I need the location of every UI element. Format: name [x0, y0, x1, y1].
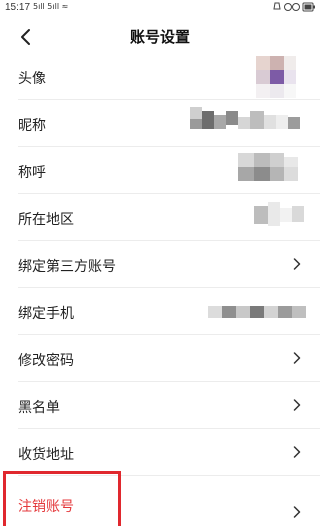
highlight-box: [3, 471, 121, 526]
row-label-phone: 绑定手机: [18, 306, 74, 322]
row-shipping-address[interactable]: 收货地址: [0, 429, 320, 476]
row-label-third-party: 绑定第三方账号: [18, 259, 116, 275]
row-blacklist[interactable]: 黑名单: [0, 382, 320, 429]
chevron-right-icon: [293, 352, 301, 364]
nav-bar: 账号设置: [0, 18, 320, 56]
row-nickname[interactable]: 昵称: [0, 100, 320, 147]
status-time: 15:17: [5, 2, 31, 13]
row-title[interactable]: 称呼: [0, 147, 320, 194]
row-label-region: 所在地区: [18, 212, 74, 228]
row-label-change-password: 修改密码: [18, 353, 74, 369]
signal-icons: 5ıll 5ıll ≈: [33, 2, 69, 11]
chevron-right-icon: [293, 399, 301, 411]
title-value-blurred: [238, 153, 298, 181]
status-right-icons: [272, 2, 316, 16]
chevron-right-icon: [293, 506, 301, 518]
row-phone[interactable]: 绑定手机: [0, 288, 320, 335]
row-label-shipping-address: 收货地址: [18, 447, 74, 463]
row-change-password[interactable]: 修改密码: [0, 335, 320, 382]
phone-value-blurred: [208, 306, 306, 318]
status-bar: 15:17 5ıll 5ıll ≈: [0, 0, 320, 18]
page-title: 账号设置: [129, 28, 190, 46]
row-label-nickname: 昵称: [18, 118, 46, 134]
row-third-party[interactable]: 绑定第三方账号: [0, 241, 320, 288]
chevron-right-icon: [293, 258, 301, 270]
row-label-blacklist: 黑名单: [18, 400, 60, 416]
settings-list: 头像 昵称 称呼 所在地区 绑定第三方账号 绑定手机 修改密码 黑名单 收货地址…: [0, 53, 320, 526]
row-label-avatar: 头像: [18, 71, 46, 87]
chevron-right-icon: [293, 446, 301, 458]
region-value-blurred: [254, 202, 304, 226]
row-region[interactable]: 所在地区: [0, 194, 320, 241]
battery-icon: [273, 2, 315, 12]
nickname-value-blurred: [190, 107, 300, 129]
row-label-title: 称呼: [18, 165, 46, 181]
avatar: [256, 56, 296, 98]
row-avatar[interactable]: 头像: [0, 53, 320, 100]
